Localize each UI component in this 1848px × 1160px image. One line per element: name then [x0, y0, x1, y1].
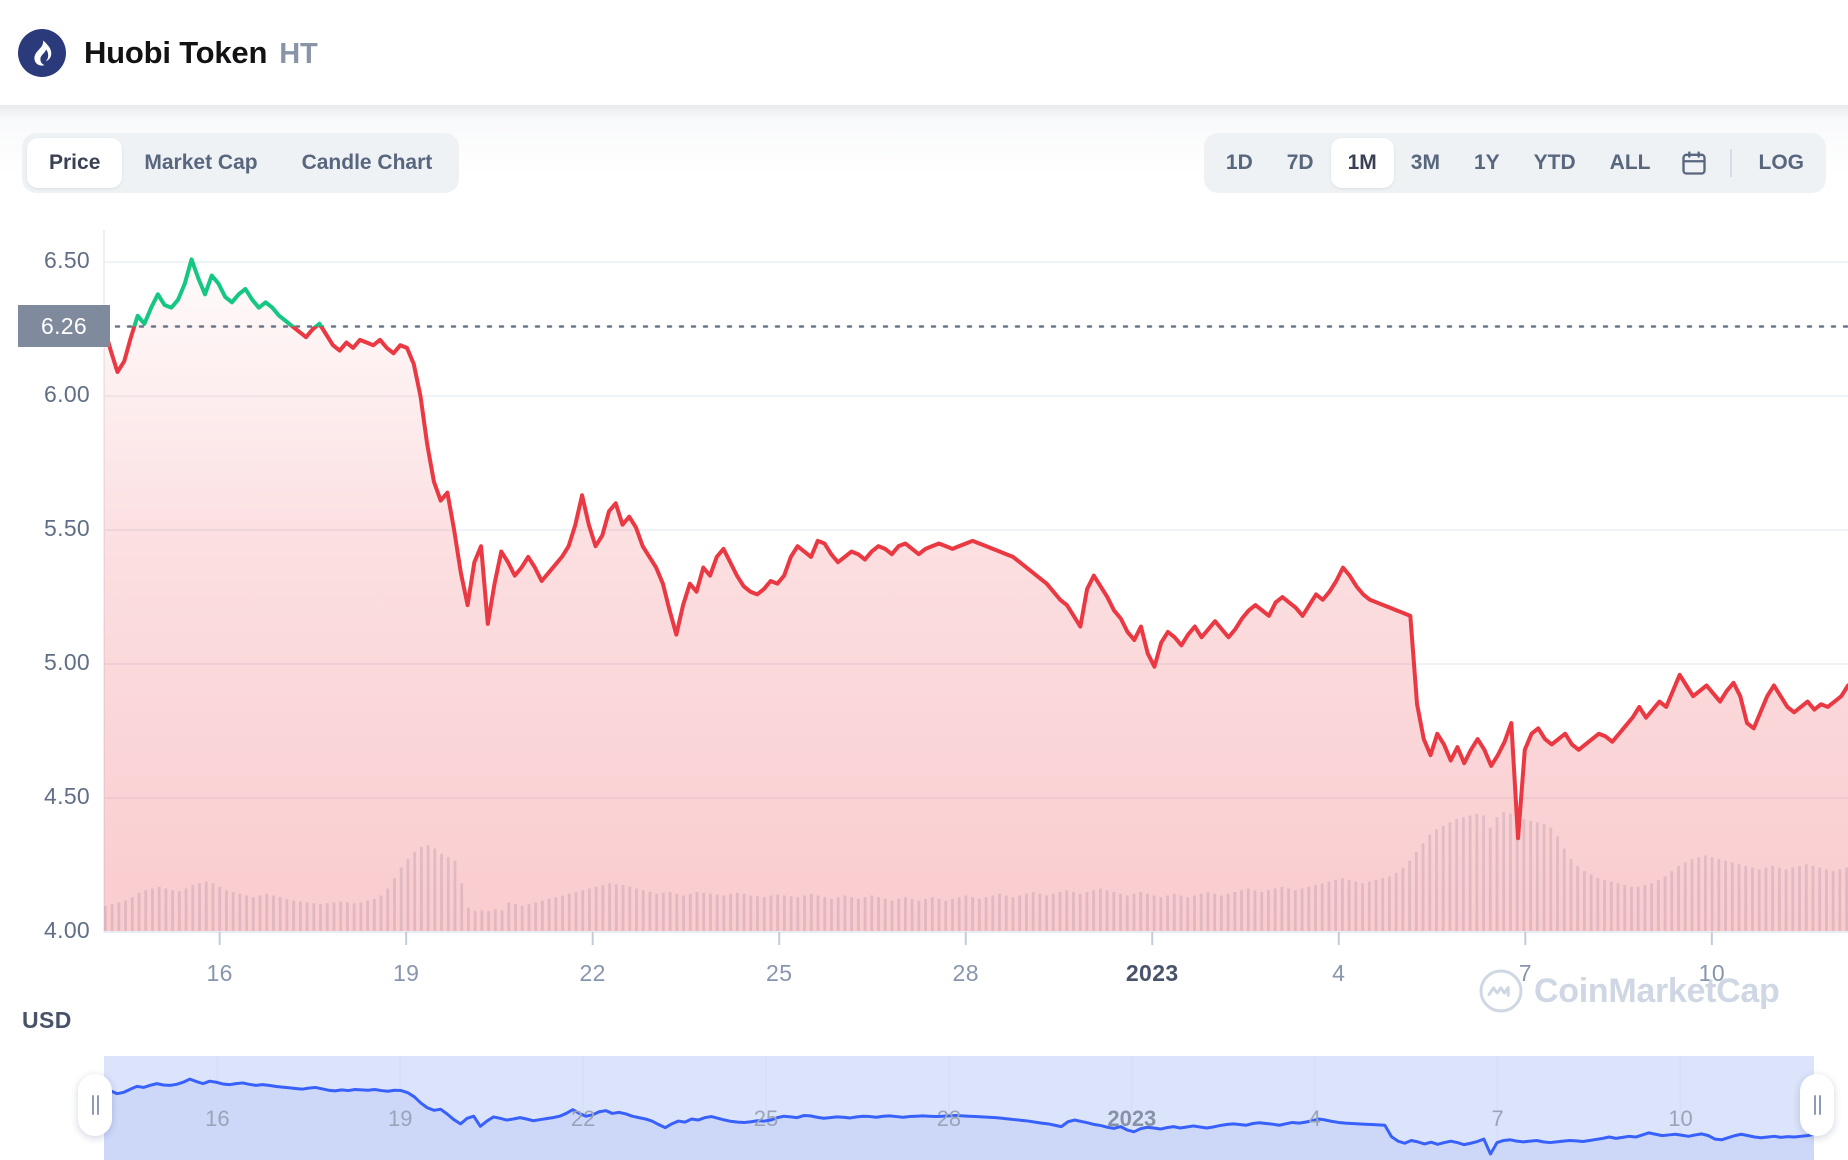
x-axis-tick: 7 — [1518, 960, 1532, 986]
x-axis-tick: 28 — [952, 960, 979, 986]
navigator-handle-left[interactable] — [78, 1074, 112, 1136]
page-title: Huobi Token HT — [84, 34, 318, 71]
x-axis-tick: 2023 — [1125, 960, 1179, 986]
chart-toolbar: Price Market Cap Candle Chart 1D 7D 1M 3… — [0, 105, 1848, 220]
tab-price[interactable]: Price — [27, 137, 123, 188]
x-axis-tick: 16 — [206, 960, 233, 986]
navigator-x-axis-tick: 28 — [936, 1106, 962, 1131]
tab-candle-chart[interactable]: Candle Chart — [280, 138, 455, 188]
range-ytd[interactable]: YTD — [1517, 138, 1593, 188]
navigator-x-axis-tick: 16 — [205, 1106, 230, 1131]
huobi-flame-icon — [18, 28, 66, 77]
y-axis-tick: 4.50 — [44, 783, 90, 810]
navigator-x-axis-tick: 25 — [753, 1106, 779, 1131]
range-1m[interactable]: 1M — [1330, 137, 1394, 188]
price-chart[interactable]: 6.26 6.50 6.00 5.50 5.00 4.50 4.00 16 19 22 25 28… — [0, 220, 1848, 1050]
chart-view-tabs: Price Market Cap Candle Chart — [22, 132, 460, 193]
price-area-fill — [104, 259, 1848, 933]
x-axis-tick: 4 — [1332, 960, 1346, 986]
navigator-x-axis-tick: 22 — [570, 1106, 596, 1131]
coin-symbol: HT — [279, 37, 318, 70]
range-all[interactable]: ALL — [1593, 138, 1668, 188]
navigator-x-axis-tick: 19 — [388, 1106, 413, 1131]
x-axis-tick: 19 — [392, 960, 420, 986]
currency-label: USD — [22, 1007, 72, 1033]
range-1y[interactable]: 1Y — [1457, 138, 1517, 188]
log-scale-button[interactable]: LOG — [1742, 138, 1822, 188]
range-3m[interactable]: 3M — [1394, 138, 1457, 188]
price-chart-canvas — [102, 230, 1848, 945]
navigator-x-axis-tick: 4 — [1308, 1106, 1321, 1131]
y-axis-tick: 6.50 — [44, 247, 90, 274]
coin-name: Huobi Token — [84, 34, 268, 70]
tab-market-cap[interactable]: Market Cap — [122, 138, 279, 188]
x-axis-tick-marks — [218, 932, 1713, 945]
calendar-icon[interactable] — [1668, 138, 1720, 188]
page-header: Huobi Token HT — [0, 0, 1848, 105]
x-axis-tick: 22 — [579, 960, 606, 986]
range-navigator[interactable]: 16 19 22 25 28 2023 4 7 10 — [0, 1050, 1848, 1160]
x-axis-tick: 10 — [1698, 960, 1726, 986]
navigator-x-axis-tick: 7 — [1491, 1106, 1504, 1131]
toolbar-divider — [1729, 148, 1732, 177]
navigator-canvas — [102, 1056, 1816, 1160]
y-axis-tick: 6.00 — [44, 381, 90, 408]
x-axis-tick: 25 — [766, 960, 793, 986]
range-1d[interactable]: 1D — [1209, 138, 1270, 188]
time-range-tabs: 1D 7D 1M 3M 1Y YTD ALL LOG — [1203, 132, 1826, 193]
current-price-badge: 6.26 — [18, 305, 110, 348]
navigator-x-axis-tick: 2023 — [1107, 1106, 1157, 1131]
navigator-x-axis-tick: 10 — [1668, 1106, 1693, 1131]
navigator-handle-right[interactable] — [1800, 1074, 1834, 1136]
range-7d[interactable]: 7D — [1270, 138, 1331, 188]
y-axis-tick: 5.00 — [44, 649, 90, 676]
y-axis-tick: 4.00 — [44, 917, 90, 943]
y-axis-tick: 5.50 — [44, 515, 90, 542]
